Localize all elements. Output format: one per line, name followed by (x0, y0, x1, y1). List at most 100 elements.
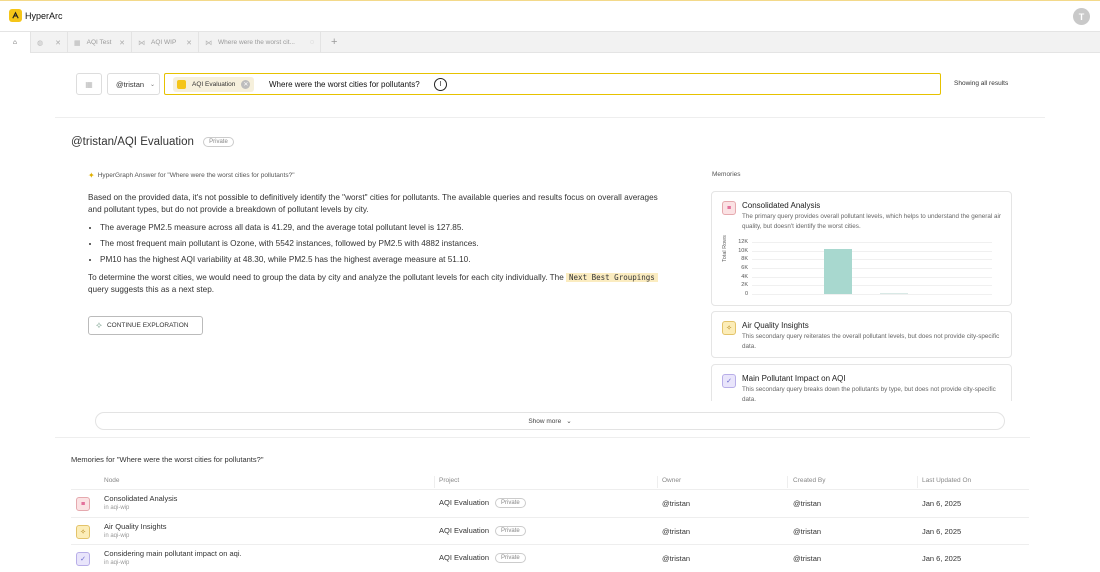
column-divider[interactable] (917, 476, 918, 488)
analysis-icon: ≡ (76, 497, 90, 511)
visibility-badge: Private (495, 553, 526, 564)
chart-bar[interactable] (824, 248, 852, 294)
project-name[interactable]: AQI Evaluation (439, 526, 489, 535)
tab-aqi-wip[interactable]: ⋈ AQI WIP ✕ (132, 32, 199, 53)
table-row[interactable]: ✧ Air Quality Insights in aqi-wip AQI Ev… (71, 518, 1029, 545)
node-name[interactable]: Air Quality Insights (104, 522, 167, 531)
app-title: HyperArc (25, 11, 63, 21)
page-title: @tristan/AQI Evaluation Private (71, 136, 234, 148)
globe-icon: ◍ (37, 39, 44, 47)
answer-body: Based on the provided data, it's not pos… (88, 192, 668, 296)
loading-icon[interactable]: ◌ (310, 39, 314, 46)
close-icon[interactable]: ✕ (186, 39, 192, 47)
tab-home[interactable]: ⌂ (0, 32, 31, 53)
project-cell[interactable]: AQI Evaluation Private (439, 498, 526, 509)
show-more-button[interactable]: Show more ⌄ (95, 412, 1005, 430)
project-chip[interactable]: AQI Evaluation ✕ (173, 77, 255, 92)
hyperarc-logo-icon[interactable] (9, 9, 22, 22)
owner-cell: @tristan (662, 526, 691, 536)
node-name[interactable]: Considering main pollutant impact on aqi… (104, 549, 242, 558)
query-text: Where were the worst cities for pollutan… (269, 80, 420, 89)
column-header[interactable]: Created By (793, 477, 826, 484)
query-reference[interactable]: Next Best Groupings (566, 273, 658, 282)
updated-cell: Jan 6, 2025 (922, 499, 962, 508)
node-name[interactable]: Consolidated Analysis (104, 494, 177, 503)
answer-conclusion: To determine the worst cities, we would … (88, 272, 668, 296)
node-location: in aqi-wip (104, 560, 130, 566)
memories-table: Node Project Owner Created By Last Updat… (71, 474, 1029, 572)
chart-tick-label: 8K (741, 256, 748, 263)
memory-desc: This secondary query reiterates the over… (742, 333, 1000, 350)
chart-ylabel: Total Rows (722, 235, 728, 262)
memory-card[interactable]: ✓ Main Pollutant Impact on AQI This seco… (711, 364, 1012, 401)
project-name[interactable]: AQI Evaluation (117, 136, 194, 148)
table-row[interactable]: ≡ Consolidated Analysis in aqi-wip AQI E… (71, 490, 1029, 518)
chart-gridline (752, 276, 992, 278)
tab-worst-cities[interactable]: ⋈ Where were the worst cit... ◌ (199, 32, 321, 53)
conclusion-text: query suggests this as a next step. (88, 285, 215, 294)
sparkle-icon: ✧ (722, 321, 736, 335)
chart-tick-label: 4K (741, 273, 748, 280)
home-icon: ⌂ (13, 39, 17, 46)
node-location: in aqi-wip (104, 532, 130, 539)
answer-intro: Based on the provided data, it's not pos… (88, 193, 658, 214)
close-icon[interactable]: ✕ (119, 39, 125, 47)
graph-icon: ⋈ (205, 39, 212, 47)
chart-tick-label: 6K (741, 265, 748, 271)
chart-bar[interactable] (880, 292, 908, 294)
column-divider[interactable] (434, 476, 435, 488)
chart-gridline (752, 285, 992, 287)
continue-exploration-button[interactable]: ⟡ CONTINUE EXPLORATION (88, 316, 203, 335)
memory-desc: The primary query provides overall pollu… (742, 213, 1002, 230)
column-header[interactable]: Owner (662, 477, 681, 484)
tab-aqi-test[interactable]: ▦ AQI Test ✕ (68, 32, 132, 53)
memory-card[interactable]: ✧ Air Quality Insights This secondary qu… (711, 311, 1012, 358)
column-divider[interactable] (657, 476, 658, 488)
owner-cell: @tristan (662, 499, 691, 508)
visibility-badge: Private (203, 136, 234, 147)
answer-heading-text: HyperGraph Answer for "Where were the wo… (97, 172, 295, 179)
column-header[interactable]: Last Updated On (922, 477, 971, 484)
chevron-down-icon: ⌄ (149, 81, 155, 88)
project-name[interactable]: AQI Evaluation (439, 498, 489, 507)
memory-card[interactable]: ≡ Consolidated Analysis The primary quer… (711, 191, 1012, 306)
chart-gridline (752, 268, 992, 269)
project-cell[interactable]: AQI Evaluation Private (439, 526, 526, 536)
avatar[interactable]: T (1073, 8, 1090, 25)
graph-icon: ⋈ (138, 39, 145, 47)
project-name[interactable]: AQI Evaluation (439, 553, 489, 562)
scope-select[interactable]: @tristan ⌄ (107, 73, 160, 95)
explore-icon: ⟡ (96, 320, 102, 330)
chart-tick-label: 0 (744, 291, 748, 297)
sparkle-icon: ✦ (88, 171, 95, 180)
close-icon[interactable]: ✕ (55, 39, 61, 47)
visibility-badge: Private (495, 498, 526, 509)
chart-icon: ✓ (722, 374, 736, 388)
memory-title: Consolidated Analysis (742, 201, 821, 210)
tab-blank[interactable]: ◍ ✕ (31, 32, 68, 53)
chip-label: AQI Evaluation (192, 81, 236, 88)
table-row[interactable]: ✓ Considering main pollutant impact on a… (71, 545, 1029, 572)
tab-label: AQI WIP (151, 39, 177, 46)
sparkle-icon: ✧ (76, 524, 90, 539)
chart-tick-label: 12K (738, 239, 748, 245)
tab-label: Where were the worst cit... (218, 39, 295, 46)
add-tab-icon[interactable]: + (331, 36, 337, 48)
chart-tick-label: 10K (738, 247, 748, 254)
project-cell[interactable]: AQI Evaluation Private (439, 553, 526, 564)
answer-bullet: The average PM2.5 measure across all dat… (100, 222, 668, 234)
column-header[interactable]: Node (104, 477, 120, 484)
column-header[interactable]: Project (439, 477, 459, 484)
showing-results-label: Showing all results (954, 80, 1009, 87)
column-divider[interactable] (787, 476, 788, 488)
chip-remove-icon[interactable]: ✕ (241, 80, 251, 89)
created-by-cell: @tristan (793, 499, 822, 508)
answer-bullet: PM10 has the highest AQI variability at … (100, 254, 668, 266)
project-owner[interactable]: @tristan/ (71, 136, 117, 148)
chart-gridline (752, 294, 992, 295)
memory-title: Main Pollutant Impact on AQI (742, 374, 846, 383)
continue-label: CONTINUE EXPLORATION (106, 322, 189, 329)
layout-toggle-button[interactable]: ▦ (76, 73, 102, 95)
answer-heading: ✦ HyperGraph Answer for "Where were the … (88, 171, 295, 180)
search-input[interactable]: AQI Evaluation ✕ Where were the worst ci… (164, 73, 941, 95)
